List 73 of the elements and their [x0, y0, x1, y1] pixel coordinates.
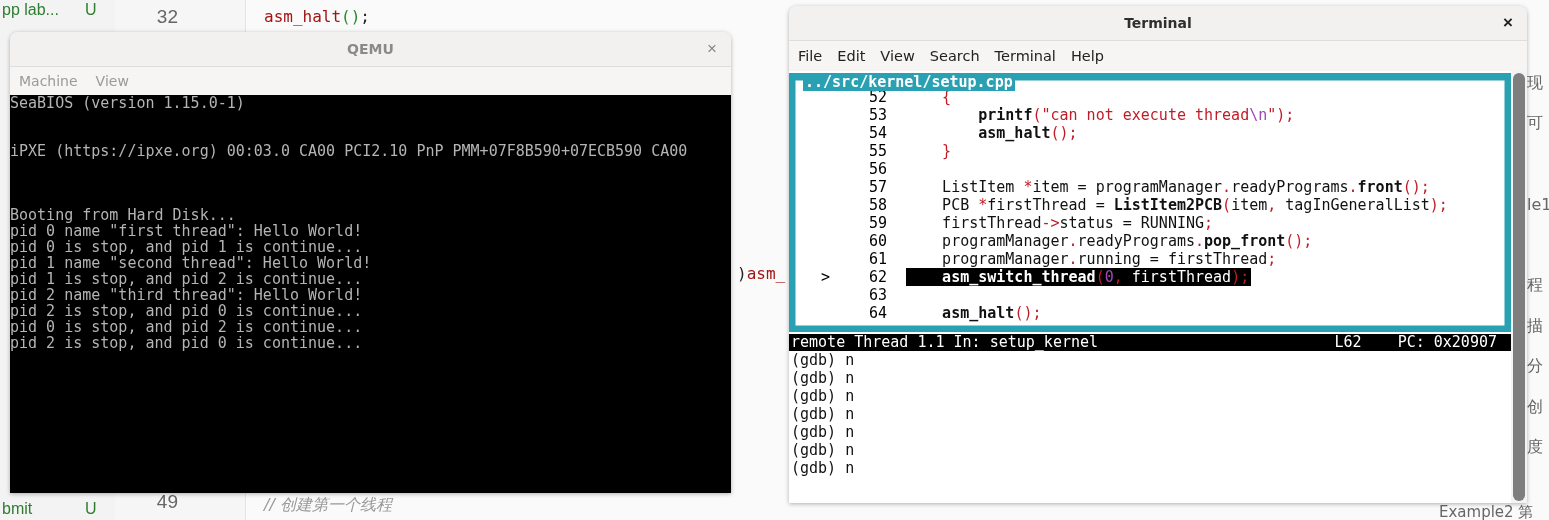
code-line: ListItem *item = programManager.readyPrograms.front();: [941, 178, 1431, 196]
code-line: PCB *firstThread = ListItem2PCB(item, tagInGeneralList);: [941, 196, 1449, 214]
sidebar-item[interactable]: bmit U: [0, 498, 115, 520]
console-line: pid 0 is stop, and pid 1 is continue...: [10, 239, 363, 255]
preview-text: 度: [1526, 437, 1544, 459]
code-line: asm_halt();: [977, 124, 1079, 142]
code-line: programManager.running = firstThread;: [941, 250, 1278, 268]
code-line: firstThread->status = RUNNING;: [941, 214, 1215, 232]
console-line: Booting from Hard Disk...: [10, 207, 236, 223]
console-line: pid 2 is stop, and pid 0 is continue...: [10, 303, 364, 319]
line-number: 56: [867, 160, 887, 178]
git-status: U: [85, 500, 98, 518]
menu-item[interactable]: Terminal: [988, 48, 1065, 64]
gdb-command: (gdb) n: [791, 441, 856, 459]
thread-info: remote Thread 1.1 In: setup_kernel: [791, 334, 1099, 351]
line-number: 49: [156, 490, 179, 513]
menu-item[interactable]: Search: [923, 48, 989, 64]
close-button[interactable]: ×: [1499, 14, 1517, 32]
window-title: QEMU: [347, 41, 394, 57]
menu-item[interactable]: File: [792, 48, 832, 64]
code-line: asm_halt();: [941, 304, 1043, 322]
gdb-command: (gdb) n: [791, 369, 856, 387]
pc-info: PC: 0x20907: [1397, 334, 1497, 351]
preview-text: 创: [1526, 396, 1544, 418]
code-line: // 创建第一个线程: [264, 495, 392, 514]
menu-item[interactable]: View: [874, 48, 924, 64]
current-line-marker: >: [821, 268, 831, 286]
console-line: SeaBIOS (version 1.15.0-1): [10, 95, 246, 111]
line-number: 61: [867, 250, 887, 268]
line-number: 63: [867, 286, 887, 304]
sidebar-item[interactable]: pp lab... U: [0, 0, 115, 20]
file-path: ../src/kernel/setup.cpp: [803, 73, 1015, 91]
console-line: iPXE (https://ipxe.org) 00:03.0 CA00 PCI2.10 PnP PMM+07F8B590+07ECB590 CA00: [10, 143, 689, 159]
window-title: Terminal: [1124, 15, 1192, 31]
line-number: 57: [867, 178, 887, 196]
preview-text: 现: [1526, 72, 1544, 94]
preview-text: 可: [1526, 113, 1544, 135]
console-line: pid 1 name "second thread": Hello World!: [10, 255, 373, 271]
line-info: L62: [1334, 334, 1362, 351]
line-number: 59: [867, 214, 887, 232]
line-number: 62: [867, 268, 887, 286]
line-number: 58: [867, 196, 887, 214]
code-line: asm_halt();: [264, 8, 370, 27]
console-line: pid 0 is stop, and pid 2 is continue...: [10, 319, 364, 335]
console-line: pid 2 name "third thread": Hello World!: [10, 287, 364, 303]
menu-item[interactable]: Edit: [831, 48, 875, 64]
code-line: printf("can not execute thread\n");: [977, 106, 1296, 124]
code-line: )asm_: [737, 264, 786, 283]
line-number: 54: [867, 124, 887, 142]
preview-text: 程: [1526, 275, 1544, 297]
menu-item[interactable]: Help: [1064, 48, 1113, 64]
line-number: 64: [867, 304, 887, 322]
preview-text: 描: [1526, 315, 1544, 337]
line-number: 32: [156, 6, 179, 29]
line-number: 53: [867, 106, 887, 124]
gdb-command: (gdb) n: [791, 459, 856, 477]
gdb-command: (gdb) n: [791, 423, 856, 441]
file-name: pp lab...: [2, 1, 60, 19]
gdb-command: (gdb) n: [791, 387, 856, 405]
console-line: pid 0 name "first thread": Hello World!: [10, 223, 364, 239]
file-name: bmit: [2, 500, 34, 518]
gdb-command: (gdb) n: [791, 405, 856, 423]
console-line: pid 1 is stop, and pid 2 is continue...: [10, 271, 364, 287]
code-line: }: [941, 142, 953, 160]
line-number: 55: [867, 142, 887, 160]
code-line: programManager.readyPrograms.pop_front();: [941, 232, 1314, 250]
console-line: pid 2 is stop, and pid 0 is continue...: [10, 335, 364, 351]
gdb-command: (gdb) n: [791, 351, 856, 369]
preview-text: Example2 第: [1439, 505, 1535, 520]
line-number: 60: [867, 232, 887, 250]
git-status: U: [85, 1, 98, 19]
scrollbar-thumb[interactable]: [1513, 73, 1525, 501]
preview-text: 分: [1526, 356, 1544, 378]
